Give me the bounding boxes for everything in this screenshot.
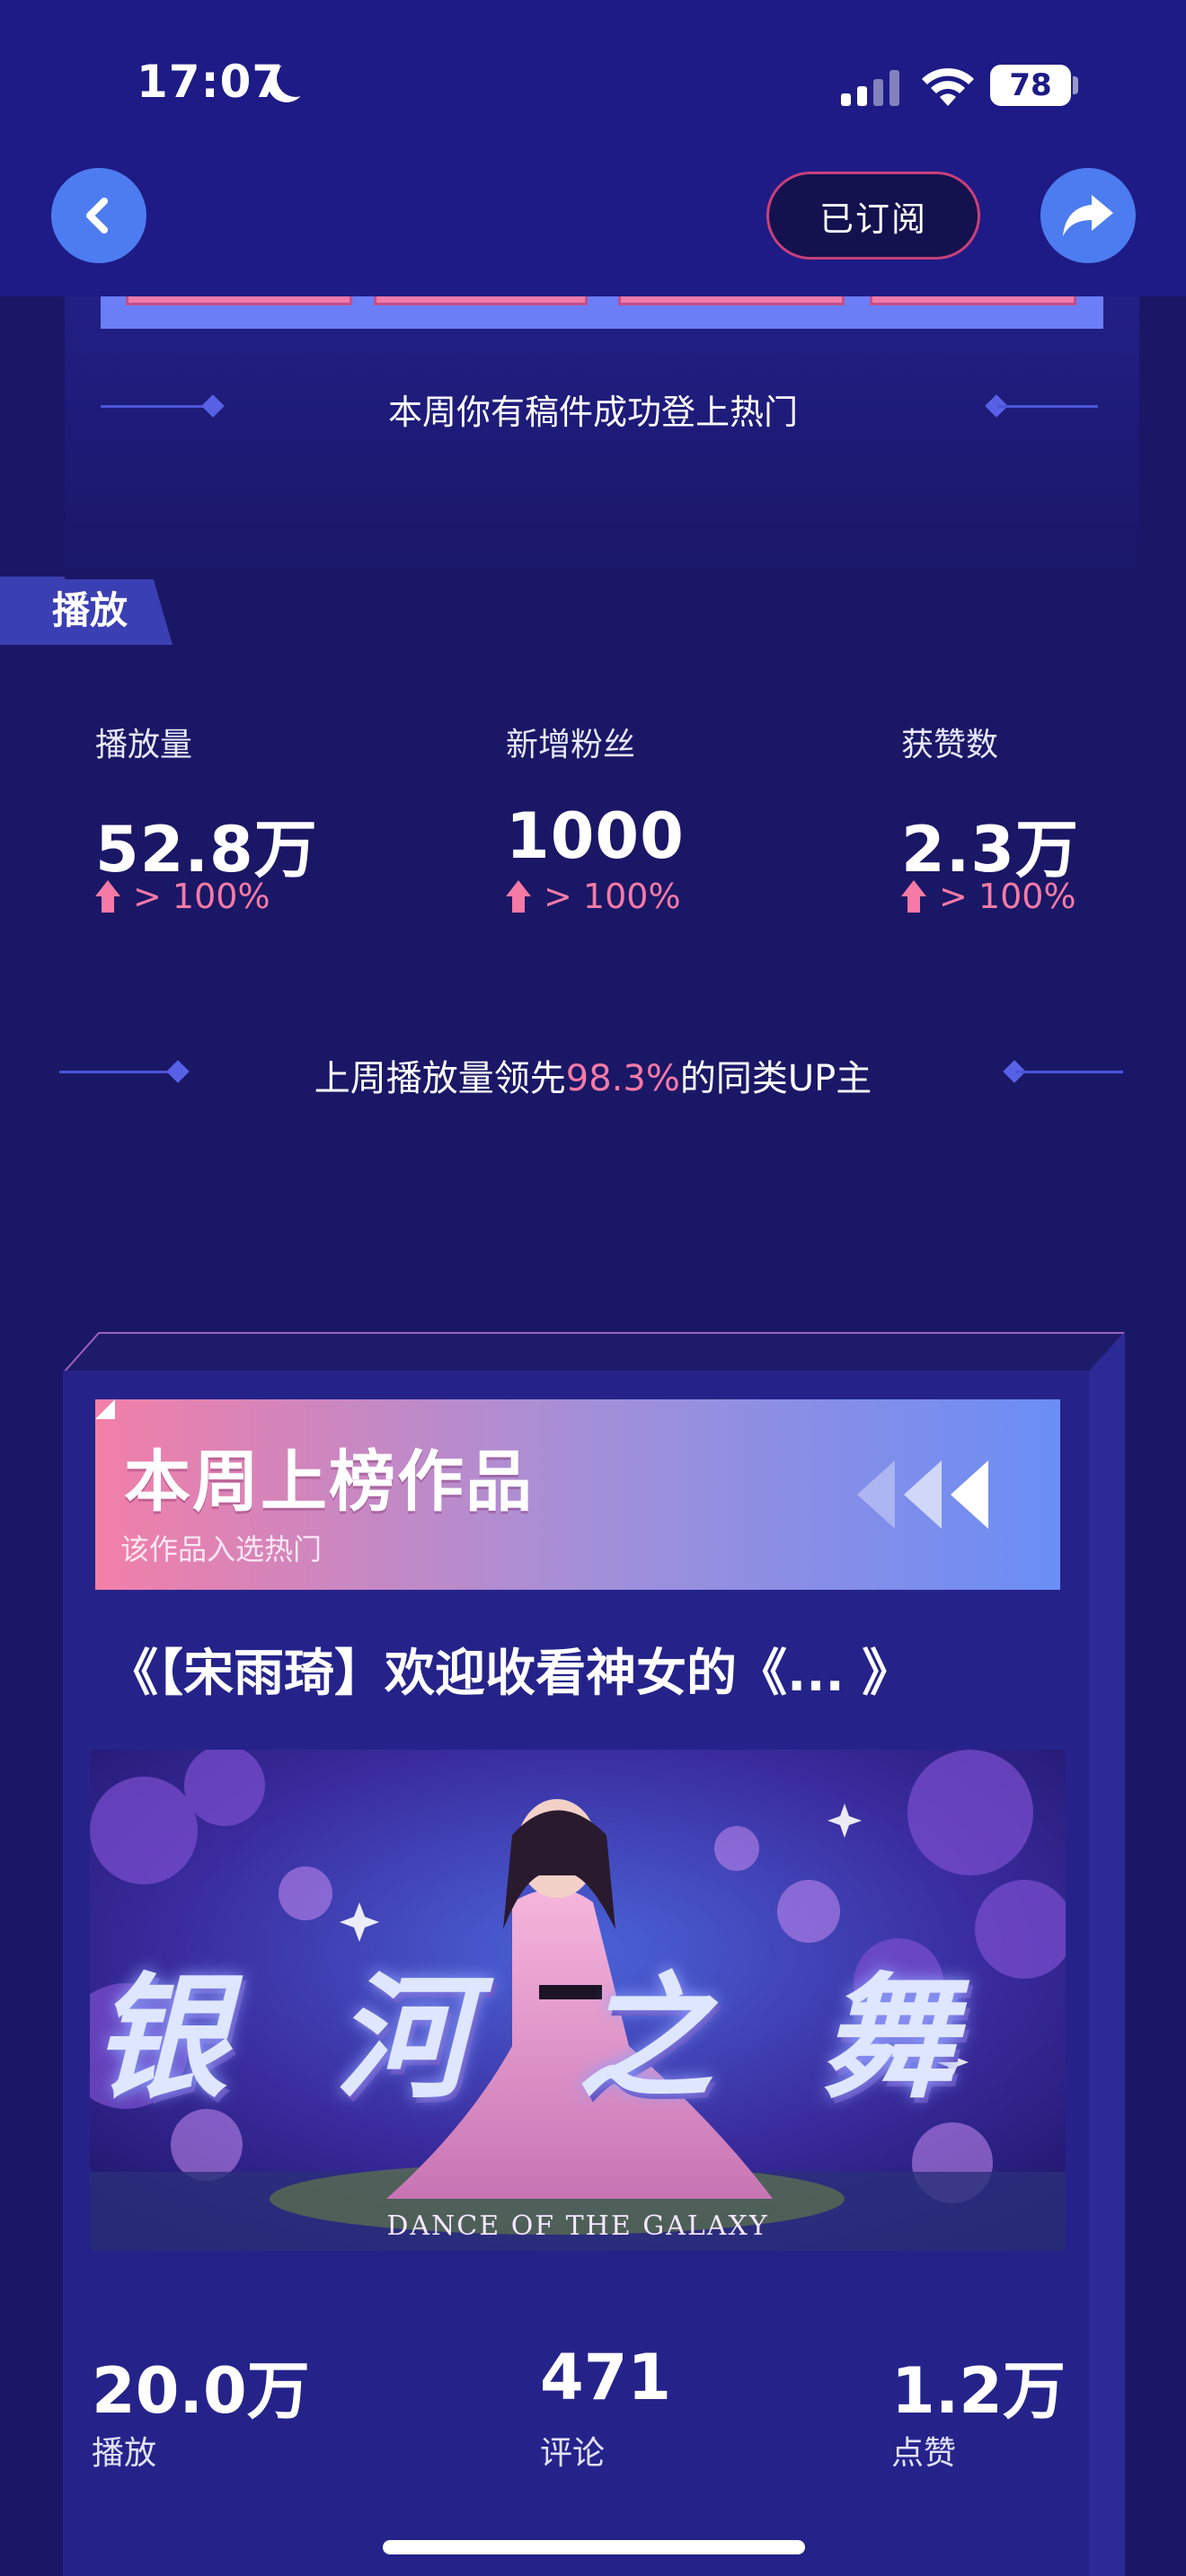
work-stat-label: 播放: [92, 2435, 157, 2472]
divider-line: [59, 1071, 176, 1073]
divider-line: [997, 405, 1098, 408]
section-tab-play: 播放: [0, 577, 173, 645]
work-thumbnail[interactable]: 银河之舞 DANCE OF THE GALAXY: [90, 1750, 1066, 2251]
stat-label: 获赞数: [901, 727, 999, 763]
card-top-edge: [63, 1332, 1125, 1373]
stat-change: > 100%: [901, 877, 1076, 916]
rank-banner-subtitle: 该作品入选热门: [120, 1532, 323, 1566]
work-title[interactable]: 《【宋雨琦】欢迎收看神女的《... 》: [108, 1633, 1087, 1706]
battery-icon: 78: [990, 65, 1071, 106]
stat-change-text: > 100%: [939, 877, 1076, 916]
home-indicator[interactable]: [383, 2540, 805, 2554]
up-arrow-icon: [95, 880, 120, 913]
lead-percent: 98.3%: [565, 1058, 680, 1099]
hot-banner-text: 本周你有稿件成功登上热门: [387, 393, 798, 432]
stat-label: 播放量: [95, 727, 193, 763]
share-icon: [1063, 195, 1113, 236]
stat-change-text: > 100%: [133, 877, 270, 916]
subscribed-button[interactable]: 已订阅: [766, 172, 980, 260]
lead-prefix: 上周播放量领先: [314, 1058, 566, 1099]
stat-value: 1000: [506, 799, 685, 873]
divider-line: [1015, 1071, 1123, 1073]
stat-change-text: > 100%: [544, 877, 681, 916]
card-side-face: [1089, 1332, 1125, 2576]
wifi-icon: [922, 67, 974, 106]
work-stat-value: 471: [540, 2341, 672, 2414]
up-arrow-icon: [506, 880, 531, 913]
work-stat-label: 点赞: [891, 2435, 957, 2472]
thumbnail-title: 银河之舞: [92, 1959, 1063, 2117]
moon-icon: [277, 59, 314, 97]
back-button[interactable]: [51, 168, 146, 263]
lead-suffix: 的同类UP主: [679, 1058, 872, 1099]
status-time: 17:07: [137, 56, 285, 108]
stat-label: 新增粉丝: [506, 727, 636, 763]
share-button[interactable]: [1040, 168, 1136, 263]
work-stat-value: 1.2万: [891, 2354, 1067, 2428]
work-stat-value: 20.0万: [92, 2354, 310, 2428]
top-bar: 17:07 78 已订阅: [0, 0, 1186, 296]
signal-icon: [841, 70, 900, 106]
work-stat-label: 评论: [540, 2435, 606, 2472]
thumbnail-caption: DANCE OF THE GALAXY: [386, 2210, 769, 2242]
stat-change: > 100%: [95, 877, 270, 916]
battery-tip: [1073, 76, 1078, 94]
stat-change: > 100%: [506, 877, 681, 916]
back-arrow-icon: [86, 198, 108, 234]
up-arrow-icon: [901, 880, 926, 913]
rank-banner-title: 本周上榜作品: [124, 1443, 534, 1521]
